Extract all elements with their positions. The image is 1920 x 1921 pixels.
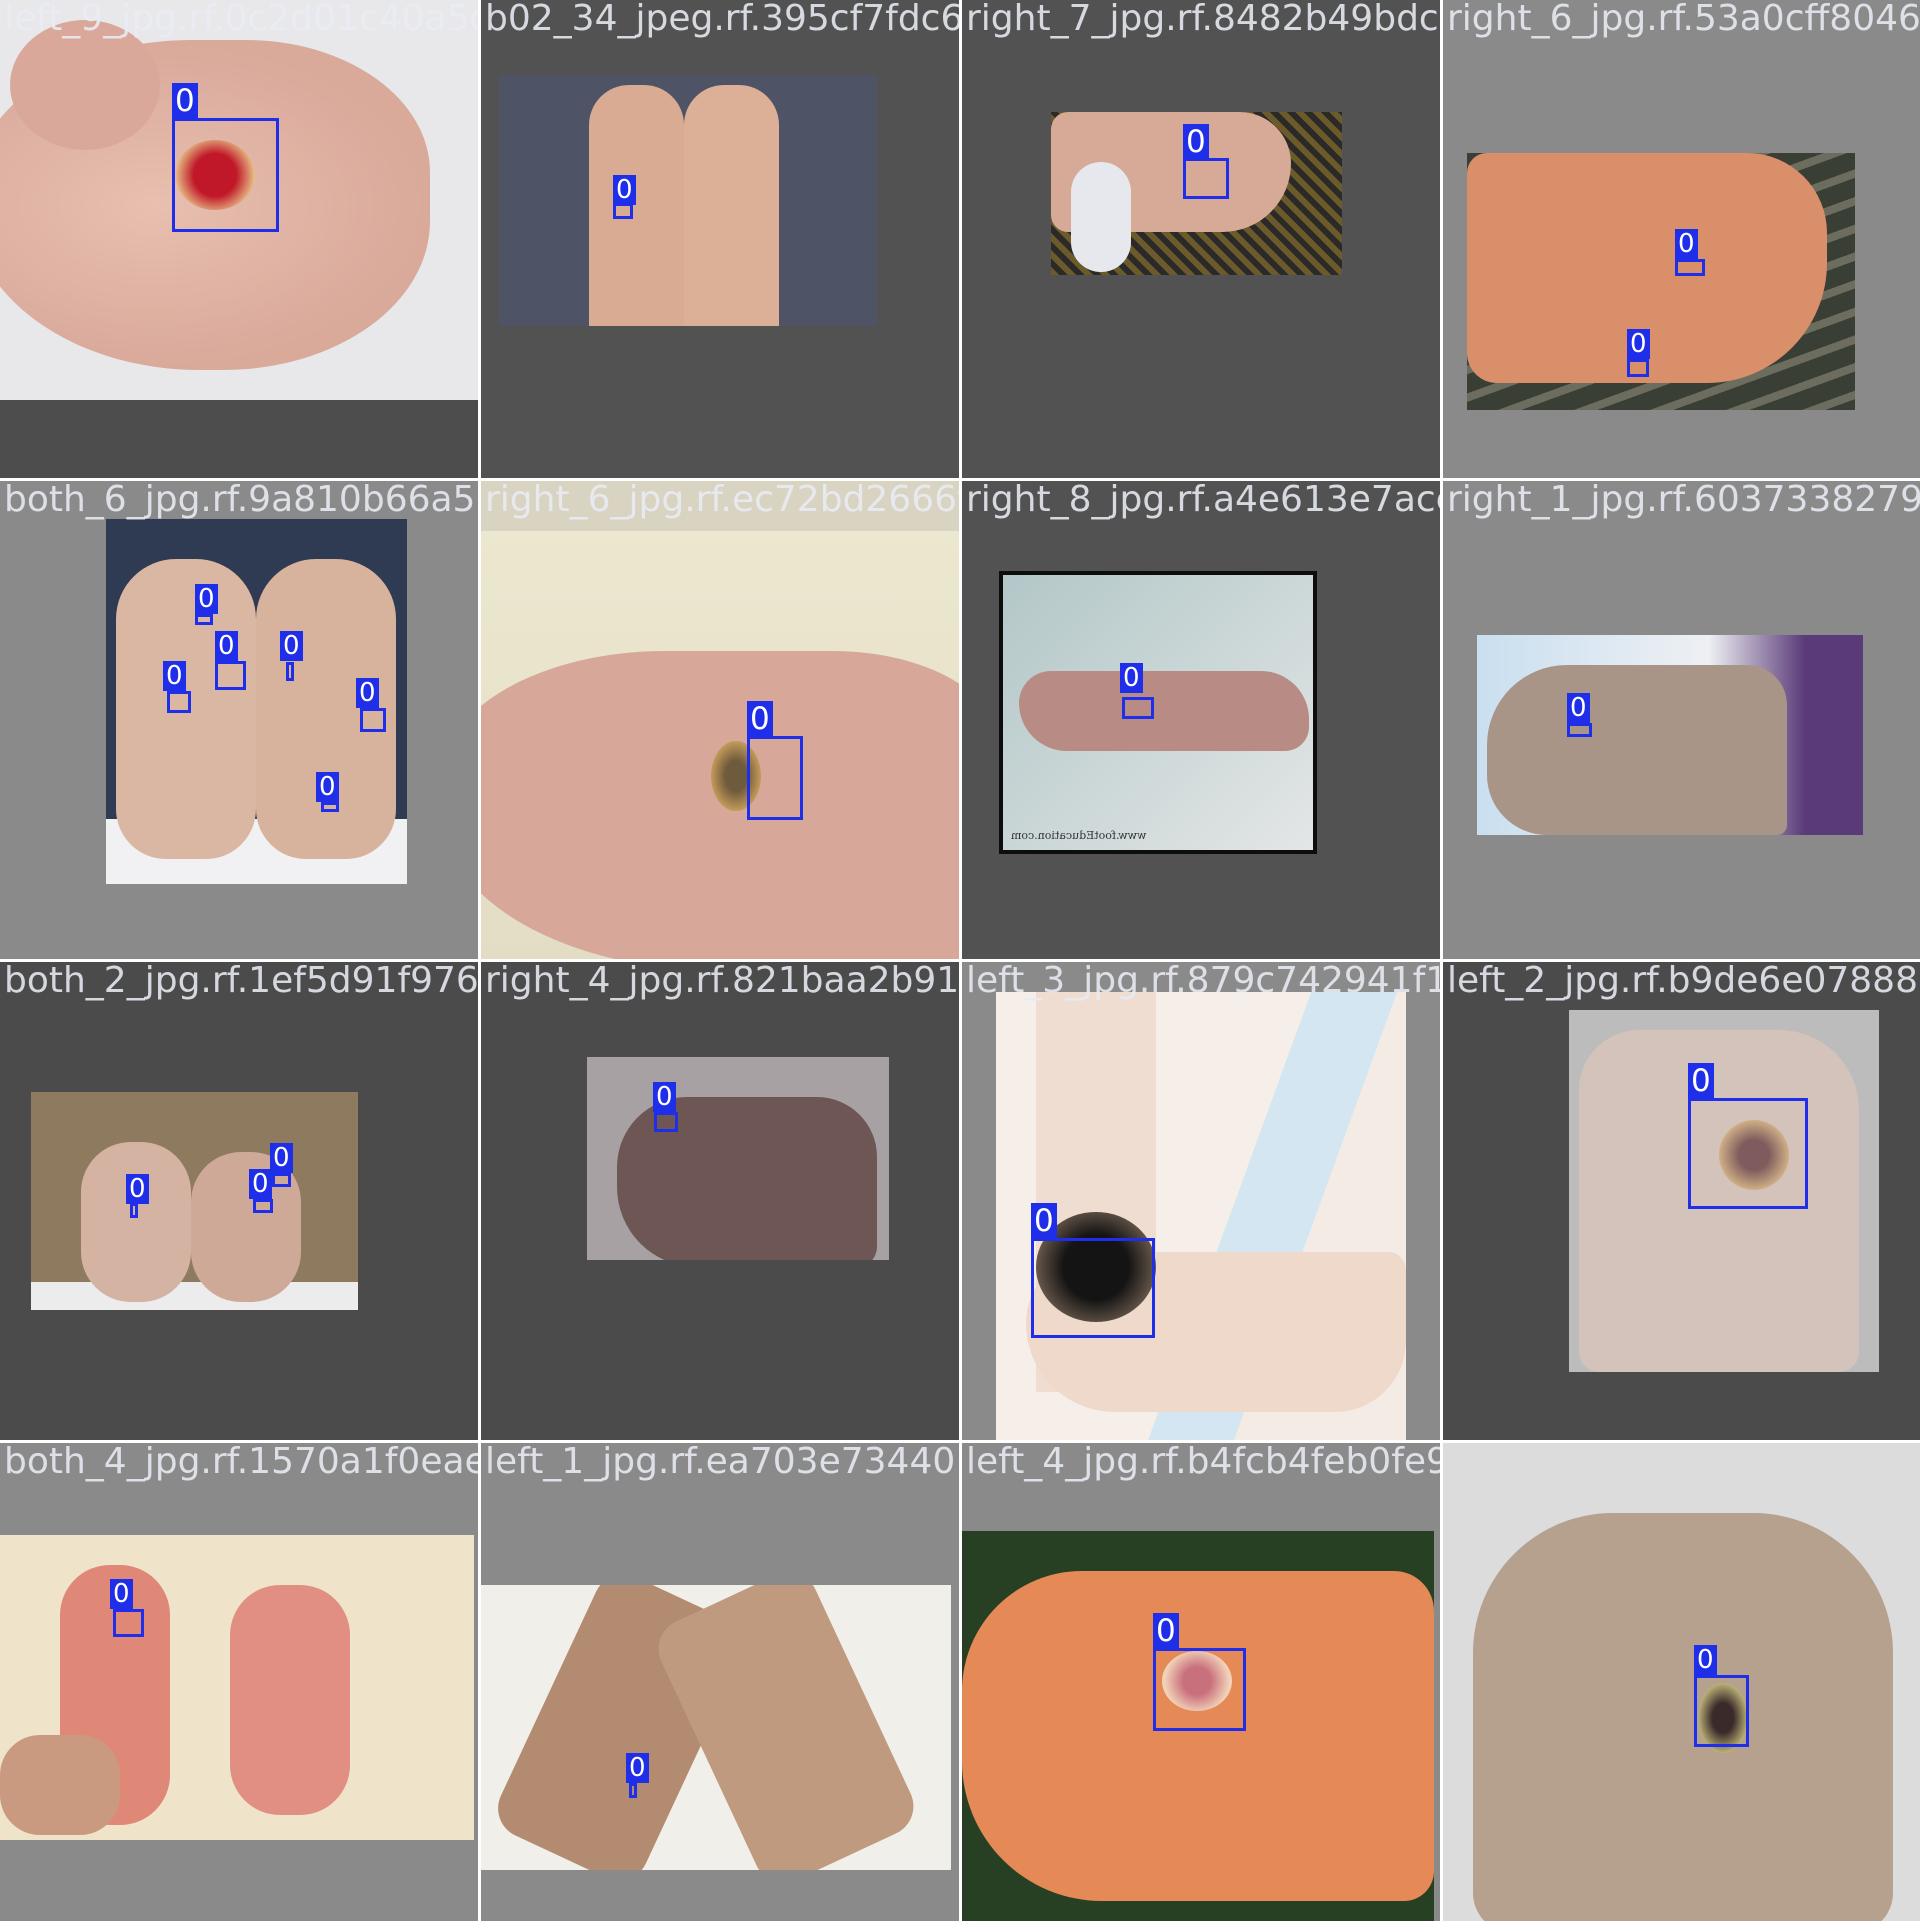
detection-box: [172, 118, 279, 232]
detection-box: [272, 1173, 291, 1187]
detection-label: 0: [1688, 1063, 1714, 1099]
foot-photo: [1443, 1443, 1920, 1921]
detection-label: 0: [613, 175, 636, 205]
foot-photo: [481, 531, 959, 959]
detection-box: [654, 1112, 678, 1132]
image-caption: both_4_jpg.rf.1570a1f0eaefd447ba71fde951…: [4, 1443, 478, 1482]
foot-photo: [1467, 153, 1855, 410]
foot-photo: [0, 1535, 474, 1840]
image-caption: right_7_jpg.rf.8482b49bdcd8da4bae97342f.…: [966, 0, 1440, 39]
image-caption: b02_34_jpeg.rf.395cf7fdc683d1774f1a...: [485, 0, 959, 39]
detection-box: [195, 614, 213, 625]
detection-label: 0: [316, 772, 339, 802]
detection-label: 0: [1153, 1613, 1179, 1649]
detection-box: [1567, 723, 1592, 737]
detection-label: 0: [1183, 124, 1209, 160]
detection-box: [629, 1783, 637, 1798]
image-caption: left_2_jpg.rf.b9de6e07888: [1447, 962, 1918, 1001]
mosaic-tile-6: 0 right_6_jpg.rf.ec72bd2666f9cd97787ebeb…: [481, 481, 959, 959]
mosaic-tile-3: 0 right_7_jpg.rf.8482b49bdcd8da4bae97342…: [962, 0, 1440, 478]
detection-label: 0: [249, 1169, 272, 1199]
detection-box: [130, 1203, 138, 1218]
detection-box: [1694, 1675, 1749, 1747]
detection-box: [286, 662, 294, 681]
detection-label: 0: [626, 1753, 649, 1783]
detection-label: 0: [1031, 1203, 1057, 1239]
foot-photo: [1477, 635, 1863, 835]
detection-box: [215, 661, 246, 690]
foot-photo: [499, 75, 877, 326]
detection-box: [1675, 259, 1705, 276]
mosaic-tile-8: 0 right_1_jpg.rf.603733827922: [1443, 481, 1920, 959]
foot-photo: www.footEducation.com: [999, 571, 1317, 854]
detection-label: 0: [356, 678, 379, 708]
detection-label: 0: [172, 83, 198, 119]
detection-box: [1688, 1098, 1808, 1209]
foot-photo: [481, 1585, 951, 1870]
detection-label: 0: [1567, 693, 1590, 723]
image-caption: left_1_jpg.rf.ea703e734401a57c4ab725fd6c…: [485, 1443, 959, 1482]
mosaic-tile-5: 0 0 0 0 0 0 both_6_jpg.rf.9a810b66a573bf…: [0, 481, 478, 959]
image-caption: both_6_jpg.rf.9a810b66a573bfef75aa181428…: [4, 481, 478, 520]
mosaic-tile-10: 0 right_4_jpg.rf.821baa2b91b4595329c53f1…: [481, 962, 959, 1440]
detection-label: 0: [270, 1143, 293, 1173]
mosaic-tile-9: 0 0 0 both_2_jpg.rf.1ef5d91f9760e317e347…: [0, 962, 478, 1440]
image-caption: right_8_jpg.rf.a4e613e7acea37f13f59f6d0.…: [966, 481, 1440, 520]
image-caption: left_3_jpg.rf.879c742941f19e75d01b22b234…: [966, 962, 1440, 1001]
detection-label: 0: [1675, 229, 1698, 259]
detection-label: 0: [215, 631, 238, 661]
detection-box: [113, 1609, 144, 1637]
mosaic-tile-4: 0 0 right_6_jpg.rf.53a0cff8046bc: [1443, 0, 1920, 478]
image-caption: both_2_jpg.rf.1ef5d91f9760e317e347254f98…: [4, 962, 478, 1001]
detection-label: 0: [1120, 663, 1143, 693]
detection-box: [1627, 359, 1649, 377]
detection-box: [360, 708, 386, 732]
detection-box: [1153, 1648, 1246, 1731]
image-caption: right_6_jpg.rf.ec72bd2666f9cd97787ebeb6.…: [485, 481, 959, 520]
mosaic-tile-1: 0 left_9_jpg.rf.0c2d01c40a5d7b8228a593a3…: [0, 0, 478, 478]
detection-box: [1031, 1238, 1155, 1338]
detection-label: 0: [1694, 1645, 1717, 1675]
detection-box: [253, 1199, 273, 1213]
image-caption: left_4_jpg.rf.b4fcb4feb0fe9440: [966, 1443, 1440, 1482]
detection-label: 0: [1627, 329, 1650, 359]
mosaic-tile-12: 0 left_2_jpg.rf.b9de6e07888: [1443, 962, 1920, 1440]
detection-label: 0: [747, 701, 773, 737]
mosaic-tile-14: 0 left_1_jpg.rf.ea703e734401a57c4ab725fd…: [481, 1443, 959, 1921]
image-caption: right_4_jpg.rf.821baa2b91b4595329c53f1..…: [485, 962, 959, 1001]
detection-label: 0: [280, 631, 303, 661]
detection-label: 0: [126, 1174, 149, 1204]
mosaic-tile-7: www.footEducation.com 0 right_8_jpg.rf.a…: [962, 481, 1440, 959]
mosaic-tile-2: 0 b02_34_jpeg.rf.395cf7fdc683d1774f1a...: [481, 0, 959, 478]
detection-box: [613, 203, 633, 219]
mosaic-tile-11: 0 left_3_jpg.rf.879c742941f19e75d01b22b2…: [962, 962, 1440, 1440]
detection-box: [321, 802, 339, 812]
mosaic-tile-16: 0: [1443, 1443, 1920, 1921]
detection-box: [1183, 158, 1229, 199]
detection-box: [167, 691, 191, 713]
detection-box: [1122, 697, 1154, 719]
detection-box: [747, 736, 803, 820]
image-caption: right_1_jpg.rf.603733827922: [1447, 481, 1920, 520]
foot-photo: [587, 1057, 889, 1260]
detection-label: 0: [163, 661, 186, 691]
foot-photo: [31, 1092, 358, 1310]
mosaic-tile-15: 0 left_4_jpg.rf.b4fcb4feb0fe9440: [962, 1443, 1440, 1921]
foot-photo: [996, 992, 1406, 1440]
detection-label: 0: [110, 1579, 133, 1609]
detection-label: 0: [653, 1082, 676, 1112]
watermark-text: www.footEducation.com: [1011, 829, 1147, 842]
image-caption: left_9_jpg.rf.0c2d01c40a5d7b8228a593a3f.…: [4, 0, 478, 39]
detection-label: 0: [195, 584, 218, 614]
mosaic-tile-13: 0 both_4_jpg.rf.1570a1f0eaefd447ba71fde9…: [0, 1443, 478, 1921]
image-caption: right_6_jpg.rf.53a0cff8046bc: [1447, 0, 1920, 39]
